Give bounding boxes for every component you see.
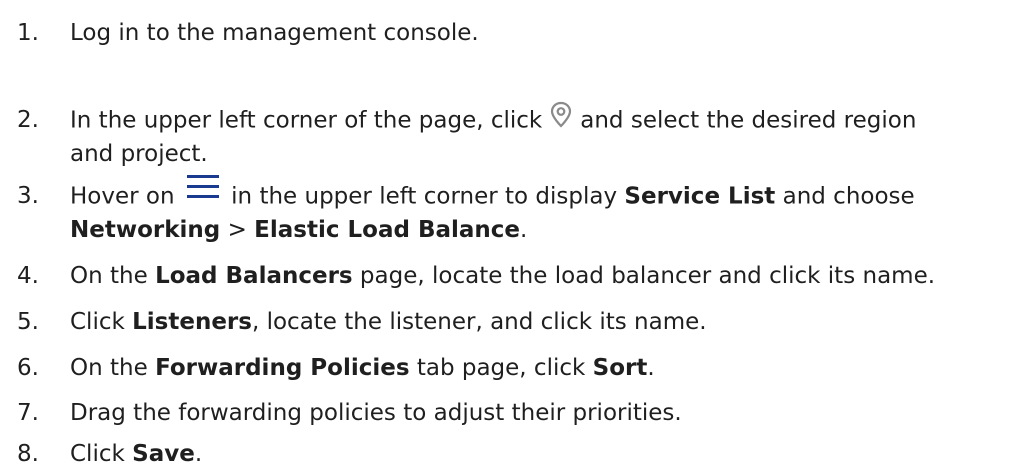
step-number: 2. <box>17 107 39 133</box>
ui-term: Load Balancers <box>155 263 353 289</box>
ui-term: Elastic Load Balance <box>254 217 521 243</box>
ui-term: Service List <box>624 183 776 210</box>
ui-term: Sort <box>592 355 648 381</box>
step-text: Click Listeners, locate the listener, an… <box>70 309 707 335</box>
hamburger-menu-icon <box>186 171 220 205</box>
step-text: Click Save. <box>70 441 203 467</box>
step-number: 7. <box>17 400 39 426</box>
ui-term: Listeners <box>132 309 252 335</box>
ui-term: Save <box>132 441 195 467</box>
step-text: In the upper left corner of the page, cl… <box>70 101 1025 170</box>
step-text: On the Load Balancers page, locate the l… <box>70 263 936 289</box>
step-number: 3. <box>17 183 39 209</box>
step-number: 1. <box>17 20 39 46</box>
location-pin-icon <box>546 98 576 132</box>
step-text: Hover on in the upper left corner to dis… <box>70 175 1025 246</box>
step-number: 8. <box>17 441 39 467</box>
step-text: Drag the forwarding policies to adjust t… <box>70 400 682 426</box>
step-text: Log in to the management console. <box>70 20 479 46</box>
ui-term: Forwarding Policies <box>155 355 410 381</box>
ui-term: Networking <box>70 217 221 243</box>
step-number: 5. <box>17 309 39 335</box>
step-number: 4. <box>17 263 39 289</box>
step-number: 6. <box>17 355 39 381</box>
step-text: On the Forwarding Policies tab page, cli… <box>70 355 655 381</box>
